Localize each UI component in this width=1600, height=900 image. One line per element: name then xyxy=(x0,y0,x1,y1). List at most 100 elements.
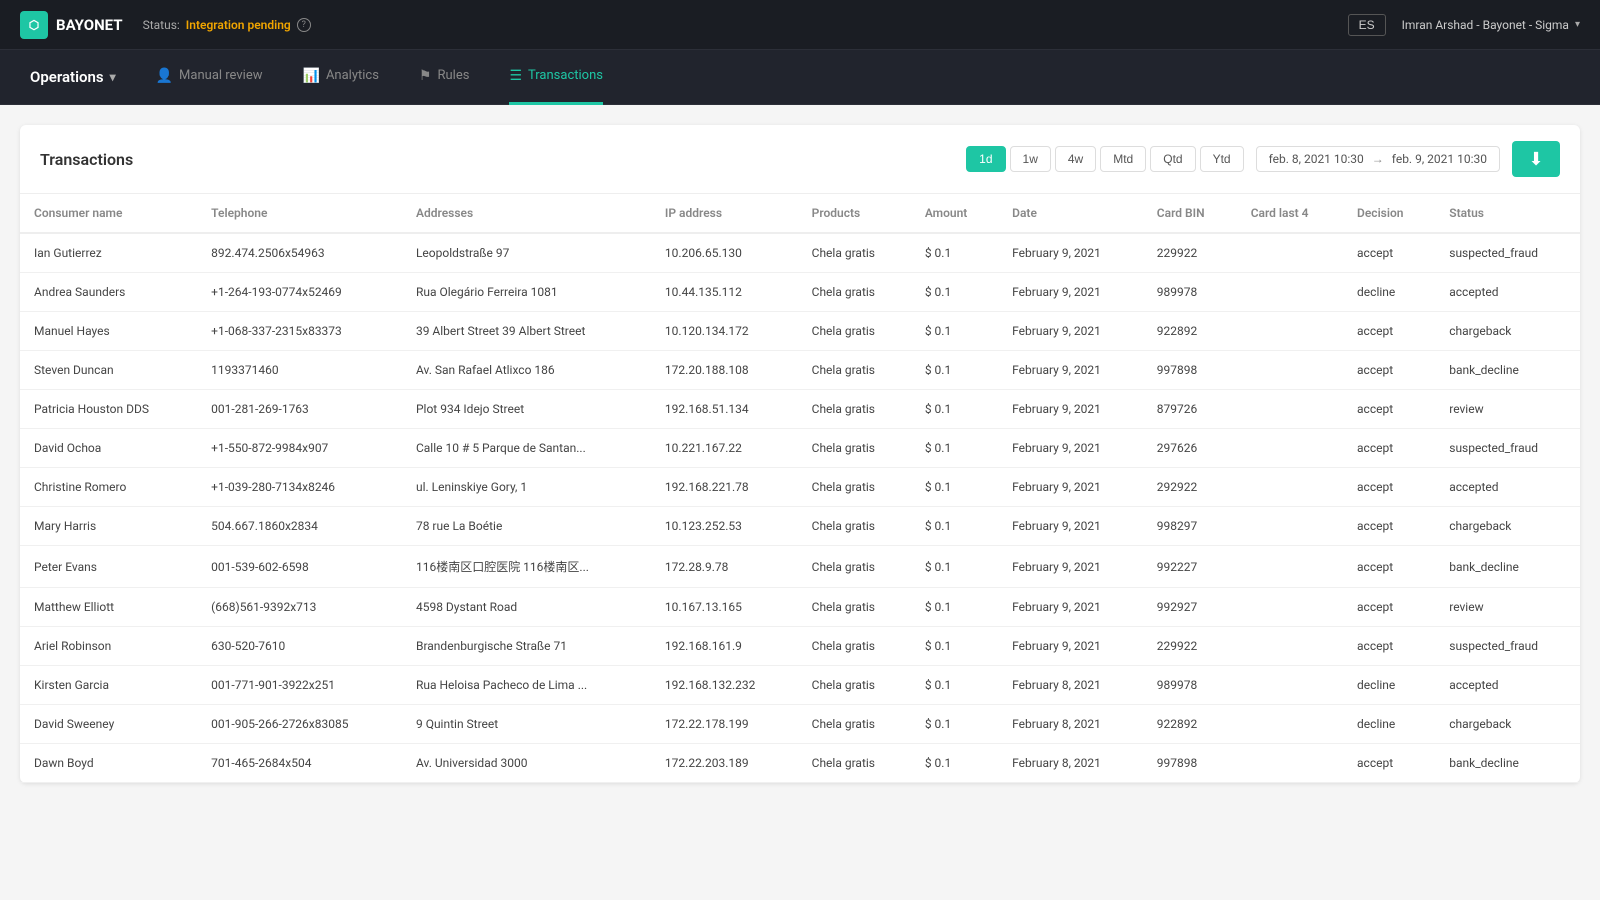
cell-telephone-11: 001-771-901-3922x251 xyxy=(197,666,402,705)
period-qtd-button[interactable]: Qtd xyxy=(1150,146,1195,172)
logo-icon: ⬡ xyxy=(20,11,48,39)
cell-card-bin-5: 297626 xyxy=(1143,429,1237,468)
cell-address-4: Plot 934 Idejo Street xyxy=(402,390,651,429)
cell-amount-6: $ 0.1 xyxy=(911,468,998,507)
cell-decision-8: accept xyxy=(1343,546,1435,588)
period-1w-button[interactable]: 1w xyxy=(1010,146,1051,172)
cell-card-bin-10: 229922 xyxy=(1143,627,1237,666)
sidebar-item-manual-review[interactable]: 👤 Manual review xyxy=(156,50,263,105)
period-mtd-button[interactable]: Mtd xyxy=(1100,146,1146,172)
cell-status-9: review xyxy=(1435,588,1580,627)
cell-card-last4-5 xyxy=(1237,429,1343,468)
cell-name-3[interactable]: Steven Duncan xyxy=(20,351,197,390)
cell-card-last4-11 xyxy=(1237,666,1343,705)
cell-ip-3: 172.20.188.108 xyxy=(651,351,798,390)
main-content: Transactions 1d 1w 4w Mtd Qtd Ytd feb. 8… xyxy=(0,105,1600,900)
col-decision: Decision xyxy=(1343,194,1435,233)
table-row: David Ochoa +1-550-872-9984x907 Calle 10… xyxy=(20,429,1580,468)
cell-amount-7: $ 0.1 xyxy=(911,507,998,546)
cell-decision-11: decline xyxy=(1343,666,1435,705)
cell-address-10: Brandenburgische Straße 71 xyxy=(402,627,651,666)
cell-card-bin-7: 998297 xyxy=(1143,507,1237,546)
cell-card-last4-6 xyxy=(1237,468,1343,507)
cell-name-0[interactable]: Ian Gutierrez xyxy=(20,233,197,273)
cell-products-8: Chela gratis xyxy=(798,546,911,588)
transactions-card: Transactions 1d 1w 4w Mtd Qtd Ytd feb. 8… xyxy=(20,125,1580,783)
cell-status-4: review xyxy=(1435,390,1580,429)
sidebar-item-rules[interactable]: ⚑ Rules xyxy=(419,50,470,105)
user-name: Imran Arshad - Bayonet - Sigma xyxy=(1402,18,1569,32)
cell-status-5: suspected_fraud xyxy=(1435,429,1580,468)
cell-name-2[interactable]: Manuel Hayes xyxy=(20,312,197,351)
cell-telephone-9: (668)561-9392x713 xyxy=(197,588,402,627)
col-consumer-name: Consumer name xyxy=(20,194,197,233)
period-ytd-button[interactable]: Ytd xyxy=(1200,146,1244,172)
cell-name-8[interactable]: Peter Evans xyxy=(20,546,197,588)
cell-status-7: chargeback xyxy=(1435,507,1580,546)
cell-decision-0: accept xyxy=(1343,233,1435,273)
sidebar-item-transactions[interactable]: ☰ Transactions xyxy=(509,50,603,105)
operations-chevron-icon: ▾ xyxy=(110,70,116,84)
col-addresses: Addresses xyxy=(402,194,651,233)
cell-card-bin-9: 992927 xyxy=(1143,588,1237,627)
language-button[interactable]: ES xyxy=(1348,14,1386,36)
period-4w-button[interactable]: 4w xyxy=(1055,146,1096,172)
transactions-controls: 1d 1w 4w Mtd Qtd Ytd feb. 8, 2021 10:30 … xyxy=(966,141,1560,177)
cell-name-13[interactable]: Dawn Boyd xyxy=(20,744,197,783)
cell-amount-13: $ 0.1 xyxy=(911,744,998,783)
manual-review-icon: 👤 xyxy=(156,68,173,84)
date-range[interactable]: feb. 8, 2021 10:30 → feb. 9, 2021 10:30 xyxy=(1256,146,1500,172)
cell-name-9[interactable]: Matthew Elliott xyxy=(20,588,197,627)
info-icon[interactable]: ? xyxy=(297,18,311,32)
cell-products-10: Chela gratis xyxy=(798,627,911,666)
cell-card-last4-9 xyxy=(1237,588,1343,627)
cell-name-5[interactable]: David Ochoa xyxy=(20,429,197,468)
cell-name-4[interactable]: Patricia Houston DDS xyxy=(20,390,197,429)
user-chevron-icon[interactable]: ▾ xyxy=(1575,19,1580,30)
transactions-label: Transactions xyxy=(528,68,603,83)
table-row: Manuel Hayes +1-068-337-2315x83373 39 Al… xyxy=(20,312,1580,351)
cell-products-3: Chela gratis xyxy=(798,351,911,390)
cell-decision-7: accept xyxy=(1343,507,1435,546)
cell-products-13: Chela gratis xyxy=(798,744,911,783)
cell-card-last4-3 xyxy=(1237,351,1343,390)
cell-decision-4: accept xyxy=(1343,390,1435,429)
cell-name-11[interactable]: Kirsten Garcia xyxy=(20,666,197,705)
cell-ip-11: 192.168.132.232 xyxy=(651,666,798,705)
cell-products-4: Chela gratis xyxy=(798,390,911,429)
transactions-table: Consumer name Telephone Addresses IP add… xyxy=(20,194,1580,783)
cell-card-last4-10 xyxy=(1237,627,1343,666)
cell-name-10[interactable]: Ariel Robinson xyxy=(20,627,197,666)
secondary-nav: Operations ▾ 👤 Manual review 📊 Analytics… xyxy=(0,50,1600,105)
topbar-left: ⬡ BAYONET Status: Integration pending ? xyxy=(20,11,311,39)
cell-address-1: Rua Olegário Ferreira 1081 xyxy=(402,273,651,312)
cell-address-2: 39 Albert Street 39 Albert Street xyxy=(402,312,651,351)
table-row: Patricia Houston DDS 001-281-269-1763 Pl… xyxy=(20,390,1580,429)
topbar: ⬡ BAYONET Status: Integration pending ? … xyxy=(0,0,1600,50)
cell-name-7[interactable]: Mary Harris xyxy=(20,507,197,546)
download-button[interactable]: ⬇ xyxy=(1512,141,1560,177)
cell-card-bin-1: 989978 xyxy=(1143,273,1237,312)
col-card-bin: Card BIN xyxy=(1143,194,1237,233)
cell-name-1[interactable]: Andrea Saunders xyxy=(20,273,197,312)
sidebar-item-analytics[interactable]: 📊 Analytics xyxy=(303,50,379,105)
cell-decision-13: accept xyxy=(1343,744,1435,783)
cell-ip-0: 10.206.65.130 xyxy=(651,233,798,273)
cell-name-12[interactable]: David Sweeney xyxy=(20,705,197,744)
cell-decision-9: accept xyxy=(1343,588,1435,627)
rules-label: Rules xyxy=(437,68,469,83)
cell-card-last4-7 xyxy=(1237,507,1343,546)
operations-dropdown[interactable]: Operations ▾ xyxy=(30,68,116,86)
cell-ip-7: 10.123.252.53 xyxy=(651,507,798,546)
period-1d-button[interactable]: 1d xyxy=(966,146,1005,172)
cell-products-2: Chela gratis xyxy=(798,312,911,351)
table-row: Ariel Robinson 630-520-7610 Brandenburgi… xyxy=(20,627,1580,666)
cell-amount-1: $ 0.1 xyxy=(911,273,998,312)
table-header: Consumer name Telephone Addresses IP add… xyxy=(20,194,1580,233)
download-icon: ⬇ xyxy=(1528,149,1543,170)
table-row: Matthew Elliott (668)561-9392x713 4598 D… xyxy=(20,588,1580,627)
col-ip-address: IP address xyxy=(651,194,798,233)
cell-telephone-0: 892.474.2506x54963 xyxy=(197,233,402,273)
date-from: feb. 8, 2021 10:30 xyxy=(1269,152,1364,166)
cell-name-6[interactable]: Christine Romero xyxy=(20,468,197,507)
